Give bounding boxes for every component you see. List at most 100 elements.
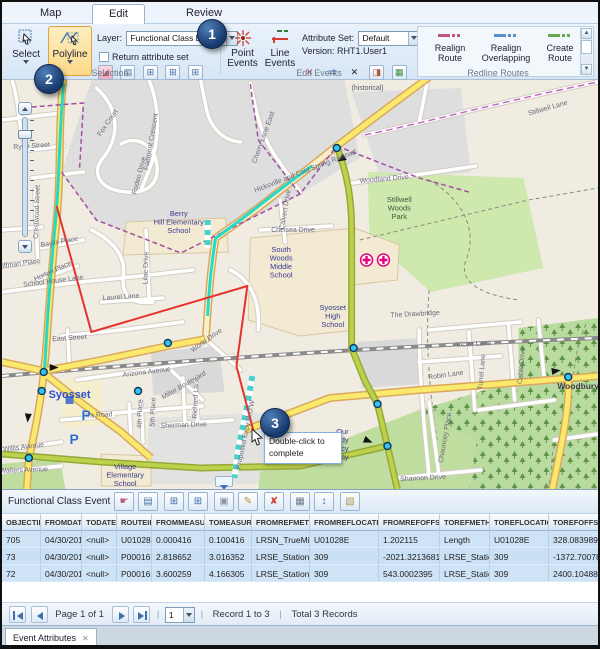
column-header[interactable]: FROMDATE [41,514,82,531]
first-page-button[interactable] [9,606,26,623]
table-cell: 309 [490,565,549,582]
last-page-button[interactable] [133,606,150,623]
table-cell: LRSE_Stations [440,548,490,565]
map-label: Hoffman Place [2,258,41,271]
export-icon[interactable]: ▧ [340,492,360,511]
tab-edit[interactable]: Edit [92,4,145,24]
ribbon-tab-row: Map Edit Review [2,2,598,24]
redline-scrollbar[interactable]: ▲ ▼ [580,28,592,75]
realign-route-icon [438,30,462,40]
map-label: Victor Lane [456,340,491,349]
page-size-dropdown[interactable]: 1 [165,607,195,623]
flash-icon[interactable]: ☛ [114,492,134,511]
column-header[interactable]: TOREFOFFSET [549,514,600,531]
table-cell: 04/30/2014 [41,531,82,548]
table-cell: <null> [82,531,117,548]
column-header[interactable]: TODATE [82,514,117,531]
edit-events-group-label: Edit Events [224,68,414,78]
zoom-tick [30,140,34,141]
next-page-button[interactable] [112,606,129,623]
map-canvas[interactable]: P P (historical)Fox Cou [2,80,598,489]
table-row[interactable]: 70504/30/2014<null>U01028E0.0004160.1004… [2,531,598,548]
close-icon[interactable]: ✕ [82,634,89,643]
select-label: Select [7,49,45,60]
map-label: Crestwood Street [33,185,42,239]
delete-icon[interactable]: ✘ [264,492,284,511]
attribute-window-icon[interactable]: ▤ [138,492,158,511]
table-row[interactable]: 7304/30/2014<null>P00016N2.8186523.01635… [2,548,598,565]
panel-collapse-button[interactable] [215,476,233,487]
column-header[interactable]: FROMREFOFFSET [379,514,440,531]
zoom-out-button[interactable] [18,240,32,253]
layer-label: Layer: [97,33,122,43]
panel-title-bar: Functional Class Event ☛ ▤ ⊞ ⊞ ▣ ✎ ✘ ▦ ↕… [2,490,598,514]
chevron-down-icon [220,485,228,489]
table-cell: 73 [2,548,41,565]
prev-page-button[interactable] [31,606,48,623]
zoom-slider[interactable] [16,102,34,254]
sort-icon[interactable]: ↕ [314,492,334,511]
map-label: SouthWoodsMiddleSchool [270,245,293,280]
map-graphics: P P (historical)Fox Cou [2,80,598,489]
column-header[interactable]: FROMMEASURE [152,514,205,531]
zoom-handle[interactable] [18,130,32,139]
realign-overlapping-icon [494,30,518,40]
table-cell: 1.202115 [379,531,440,548]
column-header[interactable]: OBJECTID [2,514,41,531]
table-cell: 2400.1048819 [549,565,600,582]
realign-overlapping-button[interactable]: Realign Overlapping [478,30,534,63]
zoom-in-button[interactable] [18,102,32,115]
table-cell: <null> [82,565,117,582]
table-cell: 3.600259 [152,565,205,582]
map-label: Stillwell Lane [527,100,568,118]
zoom-to-icon[interactable]: ⊞ [164,492,184,511]
tab-event-attributes[interactable]: Event Attributes✕ [5,628,97,648]
edit-icon[interactable]: ✎ [238,492,258,511]
zoom-tick [30,130,34,131]
tab-map[interactable]: Map [24,4,77,24]
separator: | [201,609,203,620]
attribute-set-label: Attribute Set: [302,33,354,43]
map-label: Chelsea Drive [271,227,315,234]
column-header[interactable]: TOMEASURE [205,514,252,531]
column-header[interactable]: FROMREFLOCATION [310,514,379,531]
column-header[interactable]: TOREFLOCATION [490,514,549,531]
table-cell: 309 [310,548,379,565]
attribute-set-dropdown[interactable]: Default [358,31,420,46]
chevron-down-icon[interactable] [183,608,194,622]
scroll-down-icon[interactable]: ▼ [581,64,592,75]
polyline-label: Polyline [49,49,91,60]
scroll-thumb[interactable] [581,40,592,54]
map-label: 5th Place [149,397,157,427]
table-cell: 309 [310,565,379,582]
map-label: East Street [52,334,87,343]
table-row[interactable]: 7204/30/2014<null>P00016N3.6002594.16630… [2,565,598,582]
table-cell: P00016N [117,565,152,582]
return-attr-checkbox[interactable] [99,52,109,62]
table-icon[interactable]: ▦ [290,492,310,511]
column-header[interactable]: ROUTEID [117,514,152,531]
table-cell: Length [440,531,490,548]
table-cell: 328.0839895 [549,531,600,548]
point-events-label: Point Events [225,49,260,69]
plus-icon [22,107,28,111]
realign-route-button[interactable]: Realign Route [426,30,474,63]
table-cell: 543.0002395 [379,565,440,582]
pan-to-icon[interactable]: ⊞ [188,492,208,511]
map-label: The Drawbridge [390,310,440,320]
table-cell: <null> [82,548,117,565]
scroll-up-icon[interactable]: ▲ [581,28,592,39]
total-records-label: Total 3 Records [291,609,357,620]
table-cell: 3.016352 [205,548,252,565]
map-label: Woodbury [557,381,598,391]
column-header[interactable]: FROMREFMETHOD [252,514,310,531]
table-cell: -1372.7007874 [549,548,600,565]
table-cell: LRSN_TrueMile [252,531,310,548]
map-label: Lilac Drive [142,251,150,284]
attribute-set-row: Attribute Set: Default [302,28,420,46]
map-label: 4th Place [137,399,145,429]
callout-badge-2: 2 [34,64,64,94]
column-header[interactable]: TOREFMETHOD [440,514,490,531]
create-route-button[interactable]: Create Route [536,30,584,63]
save-icon[interactable]: ▣ [214,492,234,511]
